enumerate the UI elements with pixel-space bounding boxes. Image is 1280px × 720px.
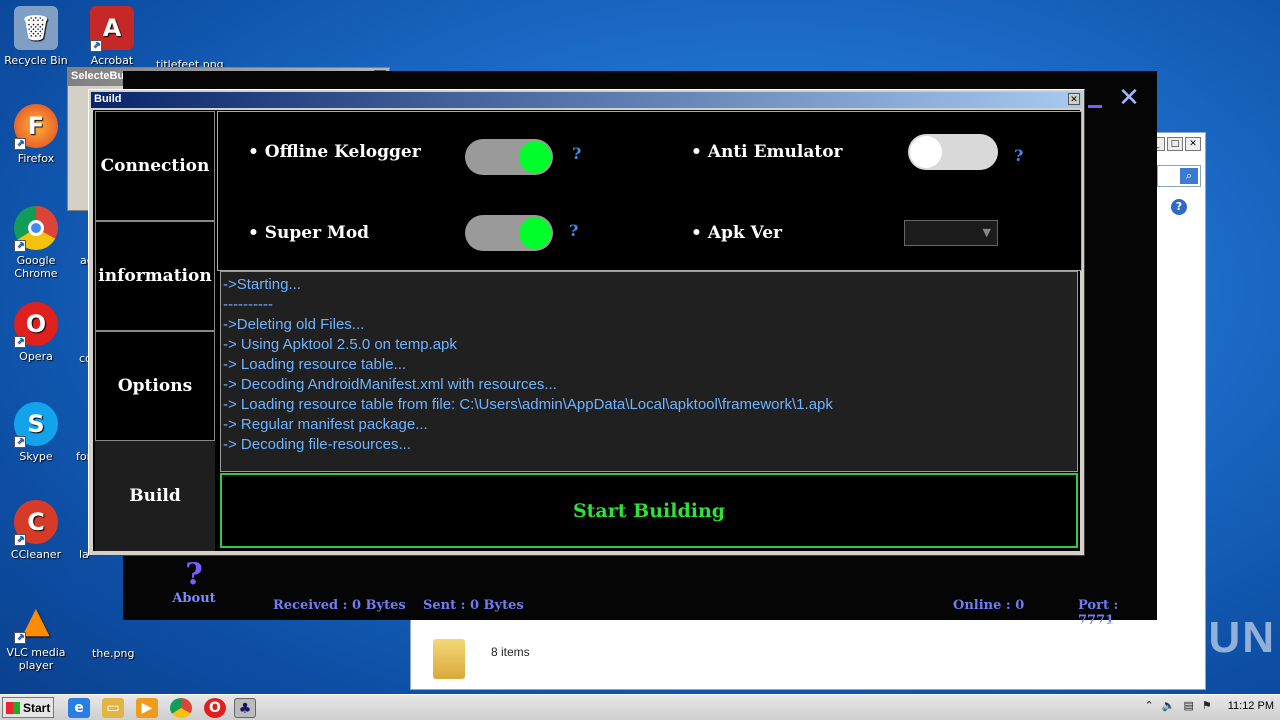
maximize-icon[interactable]: □: [1167, 137, 1183, 151]
log-line: -> Decoding file-resources...: [223, 436, 411, 453]
flag-icon[interactable]: ⚑: [1202, 699, 1212, 712]
log-line: -> Loading resource table...: [223, 356, 407, 373]
build-log[interactable]: ->Starting... ---------- ->Deleting old …: [220, 271, 1078, 472]
skype-icon: S ↗: [14, 402, 58, 448]
desktop-icon-acrobat[interactable]: A ↗ Acrobat: [76, 6, 148, 67]
about-label: About: [172, 591, 216, 606]
super-mod-toggle[interactable]: [465, 215, 553, 251]
log-line: -> Decoding AndroidManifest.xml with res…: [223, 376, 557, 393]
search-input[interactable]: ⌕: [1157, 165, 1201, 187]
received-bytes: Received : 0 Bytes: [273, 598, 406, 613]
recycle-bin-icon: 🗑: [14, 6, 58, 50]
toggle-knob: [910, 136, 942, 168]
watermark-logo: ANY▷RUN: [1040, 613, 1277, 662]
taskbar: Start e ▭ ▶ O ♣ ⌃ 🔈 ▤ ⚑ 11:12 PM: [0, 694, 1280, 720]
close-icon[interactable]: ✕: [1116, 85, 1142, 111]
build-titlebar: Build ✕: [91, 92, 1082, 108]
start-building-button[interactable]: Start Building: [220, 473, 1078, 548]
anti-emulator-label: • Anti Emulator: [691, 142, 843, 162]
offline-keylogger-toggle[interactable]: [465, 139, 553, 175]
network-icon[interactable]: ▤: [1183, 699, 1193, 712]
chrome-icon: ↗: [14, 206, 58, 252]
sidebar-item-options[interactable]: Options: [95, 331, 215, 441]
desktop-icon-label[interactable]: the.png: [92, 647, 135, 660]
log-line: -> Using Apktool 2.5.0 on temp.apk: [223, 336, 457, 353]
app-taskbar-icon[interactable]: ♣: [234, 698, 256, 718]
desktop-icon-vlc[interactable]: ▲ ↗ VLC media player: [0, 598, 72, 672]
log-line: ->Deleting old Files...: [223, 316, 365, 333]
about-button[interactable]: ? About: [167, 557, 221, 607]
desktop-icon-skype[interactable]: S ↗ Skype: [0, 402, 72, 463]
apk-ver-select[interactable]: ▼: [904, 220, 998, 246]
volume-icon[interactable]: 🔈: [1162, 699, 1176, 712]
desktop-icon-label: CCleaner: [10, 548, 62, 561]
anti-emulator-toggle[interactable]: [908, 134, 998, 170]
clock[interactable]: 11:12 PM: [1228, 700, 1274, 712]
acrobat-icon: A ↗: [90, 6, 134, 52]
close-icon[interactable]: ✕: [1068, 93, 1080, 105]
search-icon[interactable]: ⌕: [1180, 168, 1198, 184]
help-icon[interactable]: ?: [1014, 146, 1023, 165]
desktop-icon-opera[interactable]: O ↗ Opera: [0, 302, 72, 363]
log-line: -> Loading resource table from file: C:\…: [223, 396, 833, 413]
ccleaner-icon: C ↗: [14, 500, 58, 546]
desktop-icon-label: Skype: [19, 450, 53, 463]
folder-icon: [433, 639, 465, 679]
sidebar-item-build[interactable]: Build: [95, 441, 215, 551]
build-body: Connection information Options Build • O…: [93, 110, 1082, 551]
log-line: ----------: [223, 296, 273, 313]
build-options-panel: • Offline Kelogger ? • Anti Emulator ? •…: [217, 111, 1082, 271]
help-icon[interactable]: ?: [569, 221, 578, 240]
question-icon: ?: [185, 557, 203, 592]
explorer-icon[interactable]: ▭: [102, 698, 124, 718]
offline-keylogger-label: • Offline Kelogger: [248, 142, 421, 162]
help-icon[interactable]: ?: [572, 144, 581, 163]
items-count: 8 items: [491, 645, 530, 659]
close-icon[interactable]: ✕: [1185, 137, 1201, 151]
desktop-icon-label: Firefox: [17, 152, 55, 165]
sidebar-item-connection[interactable]: Connection: [95, 111, 215, 221]
log-line: ->Starting...: [223, 276, 301, 293]
super-mod-label: • Super Mod: [248, 223, 370, 243]
opera-icon: O ↗: [14, 302, 58, 348]
desktop-icon-ccleaner[interactable]: C ↗ CCleaner: [0, 500, 72, 561]
window-title: Build: [94, 93, 122, 105]
desktop-icon-label: Acrobat: [90, 54, 134, 67]
chevron-down-icon: ▼: [982, 226, 991, 239]
help-icon[interactable]: ?: [1171, 199, 1187, 215]
system-tray: ⌃ 🔈 ▤ ⚑ 11:12 PM: [1145, 699, 1274, 713]
windows-flag-icon: [6, 701, 20, 714]
minimize-icon[interactable]: [1088, 88, 1102, 108]
sidebar: Connection information Options Build: [95, 111, 215, 551]
desktop-icon-chrome[interactable]: ↗ Google Chrome: [0, 206, 72, 280]
opera-icon[interactable]: O: [204, 698, 226, 718]
log-line: -> Regular manifest package...: [223, 416, 428, 433]
build-window[interactable]: Build ✕ Connection information Options B…: [88, 89, 1085, 556]
desktop-icon-label: Opera: [19, 350, 53, 363]
online-count: Online : 0: [953, 598, 1025, 613]
sidebar-item-information[interactable]: information: [95, 221, 215, 331]
start-button[interactable]: Start: [2, 697, 54, 718]
desktop-icon-label: VLC media player: [6, 646, 66, 672]
desktop-icon-label: Recycle Bin: [4, 54, 68, 67]
desktop-icon-label: Google Chrome: [14, 254, 58, 280]
toggle-knob: [519, 217, 551, 249]
ie-icon[interactable]: e: [68, 698, 90, 718]
chevron-up-icon[interactable]: ⌃: [1145, 699, 1154, 712]
apk-ver-label: • Apk Ver: [691, 223, 782, 243]
start-label: Start: [23, 700, 51, 715]
vlc-icon: ▲ ↗: [14, 598, 58, 644]
sent-bytes: Sent : 0 Bytes: [423, 598, 524, 613]
firefox-icon: F ↗: [14, 104, 58, 150]
desktop-icon-firefox[interactable]: F ↗ Firefox: [0, 104, 72, 165]
chrome-icon[interactable]: [170, 698, 192, 718]
toggle-knob: [519, 141, 551, 173]
media-player-icon[interactable]: ▶: [136, 698, 158, 718]
desktop-icon-recycle-bin[interactable]: 🗑 Recycle Bin: [0, 6, 72, 67]
